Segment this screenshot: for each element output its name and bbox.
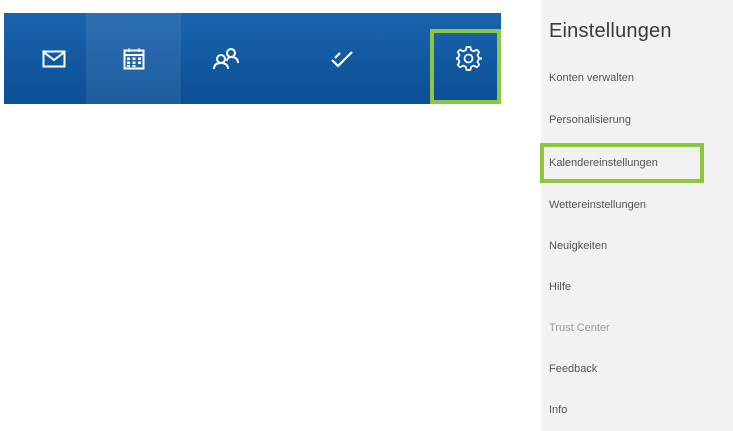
settings-item-neuigkeiten[interactable]: Neuigkeiten	[549, 240, 607, 252]
settings-item-trust-center[interactable]: Trust Center	[549, 322, 610, 334]
calendar-settings-highlight-box	[540, 143, 704, 183]
nav-calendar-button[interactable]	[86, 13, 181, 104]
settings-item-feedback[interactable]: Feedback	[549, 363, 597, 375]
settings-item-personalisierung[interactable]: Personalisierung	[549, 114, 631, 126]
settings-title: Einstellungen	[549, 20, 672, 42]
settings-item-konten-verwalten[interactable]: Konten verwalten	[549, 72, 634, 84]
settings-highlight-box	[430, 29, 501, 104]
app-nav-bar	[4, 13, 501, 104]
settings-item-hilfe[interactable]: Hilfe	[549, 281, 571, 293]
envelope-icon	[42, 50, 65, 67]
checkmark-icon	[330, 50, 353, 68]
people-icon	[212, 47, 239, 69]
nav-people-button[interactable]	[178, 13, 273, 104]
nav-tasks-button[interactable]	[294, 13, 389, 104]
settings-item-wettereinstellungen[interactable]: Wettereinstellungen	[549, 199, 646, 211]
calendar-icon	[123, 48, 144, 69]
settings-item-info[interactable]: Info	[549, 404, 567, 416]
